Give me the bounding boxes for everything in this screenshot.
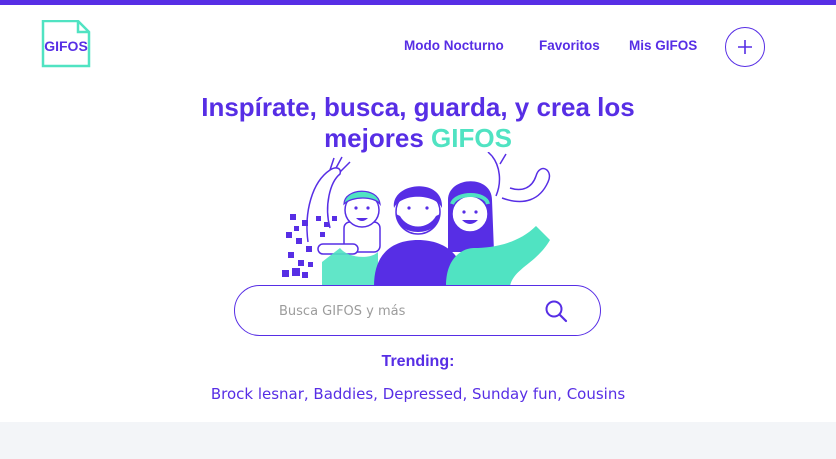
hero-illustration [278,151,558,286]
hero-title-main: Inspírate, busca, guarda, y crea los mej… [201,92,635,153]
trending-topics[interactable]: Brock lesnar, Baddies, Depressed, Sunday… [0,385,836,403]
search-bar[interactable] [234,285,601,336]
trending-section-band [0,422,836,459]
logo-frame-icon: GIFOS [41,19,91,68]
create-gifo-button[interactable] [725,27,765,67]
search-input[interactable] [279,301,529,321]
logo-text: GIFOS [44,38,88,54]
gifos-logo[interactable]: GIFOS [40,19,92,68]
nav-favorites[interactable]: Favoritos [539,38,600,56]
hero-title: Inspírate, busca, guarda, y crea los mej… [150,92,686,154]
trending-title: Trending: [381,353,455,370]
plus-icon [738,40,752,54]
nav-dark-mode[interactable]: Modo Nocturno [404,38,504,56]
search-icon[interactable] [544,299,568,323]
top-accent-bar [0,0,836,5]
waving-people-illustration [282,151,551,286]
nav-my-gifos[interactable]: Mis GIFOS [629,38,697,56]
hero-title-accent: GIFOS [431,123,512,153]
